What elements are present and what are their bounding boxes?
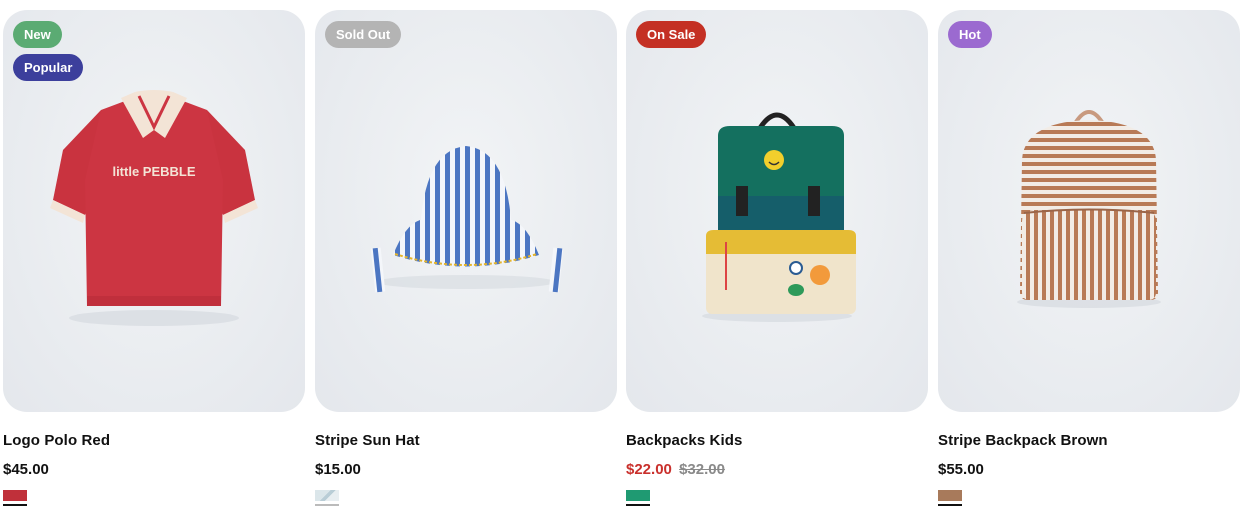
original-price: $32.00 xyxy=(679,461,725,478)
price-row: $45.00 xyxy=(3,461,305,478)
swatch-chip xyxy=(3,490,27,501)
product-grid: New Popular little PEBBLE Logo Polo Red … xyxy=(0,0,1243,519)
sale-price: $22.00 xyxy=(626,461,672,478)
product-price: $45.00 xyxy=(3,461,49,478)
badge-group: New Popular xyxy=(13,21,84,81)
product-card: New Popular little PEBBLE Logo Polo Red … xyxy=(3,10,305,515)
product-price: $15.00 xyxy=(315,461,361,478)
product-image-link[interactable]: On Sale xyxy=(626,10,928,412)
product-card: Sold Out Stripe Sun Hat $15.00 xyxy=(315,10,617,515)
badge-popular: Popular xyxy=(13,54,84,81)
price-row: $15.00 xyxy=(315,461,617,478)
striped-bucket-hat-icon xyxy=(370,146,564,293)
product-card: Hot Stripe Backpack Brown $55.00 xyxy=(938,10,1240,515)
color-swatch[interactable] xyxy=(938,490,962,506)
color-swatch[interactable] xyxy=(3,490,27,506)
brown-striped-backpack-icon xyxy=(1017,110,1161,308)
badge-group: Hot xyxy=(948,21,992,48)
green-kids-backpack-icon xyxy=(702,112,856,322)
swatch-chip xyxy=(626,490,650,501)
badge-on-sale: On Sale xyxy=(636,21,707,48)
price-row: $22.00 $32.00 xyxy=(626,461,928,478)
color-swatch[interactable] xyxy=(626,490,650,506)
product-price: $55.00 xyxy=(938,461,984,478)
product-title[interactable]: Logo Polo Red xyxy=(3,432,305,449)
swatch-selected-indicator xyxy=(938,504,962,506)
shirt-print-text: little PEBBLE xyxy=(112,164,195,179)
product-title[interactable]: Backpacks Kids xyxy=(626,432,928,449)
swatch-selected-indicator xyxy=(315,504,339,506)
product-image-link[interactable]: New Popular little PEBBLE xyxy=(3,10,305,412)
product-card: On Sale Backpacks Kids $22.00 $32.00 xyxy=(626,10,928,515)
product-image-link[interactable]: Hot xyxy=(938,10,1240,412)
product-title[interactable]: Stripe Backpack Brown xyxy=(938,432,1240,449)
swatch-selected-indicator xyxy=(3,504,27,506)
badge-hot: Hot xyxy=(948,21,992,48)
price-row: $55.00 xyxy=(938,461,1240,478)
badge-group: Sold Out xyxy=(325,21,402,48)
product-image-link[interactable]: Sold Out xyxy=(315,10,617,412)
swatch-chip xyxy=(938,490,962,501)
swatch-chip xyxy=(315,490,339,501)
swatch-selected-indicator xyxy=(626,504,650,506)
badge-new: New xyxy=(13,21,62,48)
badge-sold-out: Sold Out xyxy=(325,21,402,48)
product-title[interactable]: Stripe Sun Hat xyxy=(315,432,617,449)
color-swatch[interactable] xyxy=(315,490,339,506)
badge-group: On Sale xyxy=(636,21,707,48)
